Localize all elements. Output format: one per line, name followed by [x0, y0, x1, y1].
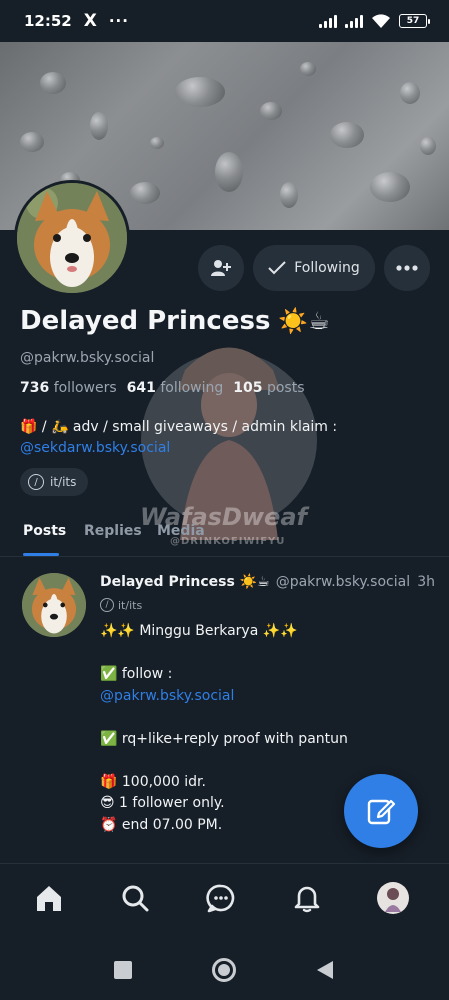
- profile-name: Delayed Princess ☀️☕: [20, 306, 330, 336]
- battery-level: 57: [406, 16, 420, 26]
- corgi-avatar-image: [22, 573, 86, 637]
- nav-chat[interactable]: [204, 881, 238, 915]
- nav-search[interactable]: [118, 881, 152, 915]
- pronoun-text: it/its: [50, 475, 77, 489]
- search-icon: [122, 885, 149, 912]
- post-pronoun-text: it/its: [118, 598, 143, 612]
- profile-name-emoji: ☀️☕: [278, 307, 330, 335]
- post-handle[interactable]: @pakrw.bsky.social: [276, 574, 410, 590]
- profile-stats: 736 followers 641 following 105 posts: [20, 380, 305, 396]
- more-options-button[interactable]: [384, 245, 430, 291]
- post-line: ✅ follow :: [100, 666, 173, 682]
- post-pronoun-badge: / it/its: [100, 598, 142, 612]
- profile-avatar[interactable]: [14, 180, 130, 296]
- check-icon: [268, 261, 286, 275]
- more-notifications-icon: ···: [108, 12, 129, 30]
- chat-icon: [206, 884, 235, 913]
- pronoun-badge: / it/its: [20, 468, 89, 496]
- add-user-icon: [211, 260, 231, 276]
- bio-mention-link[interactable]: @sekdarw.bsky.social: [20, 438, 430, 459]
- post-line: [100, 707, 430, 729]
- bottom-navigation: [0, 863, 449, 933]
- followers-stat[interactable]: 736 followers: [20, 380, 117, 396]
- profile-bio: 🎁 / 🛵 adv / small giveaways / admin klai…: [20, 417, 430, 459]
- following-stat[interactable]: 641 following: [127, 380, 224, 396]
- recents-button[interactable]: [114, 961, 132, 979]
- pronoun-icon: /: [28, 474, 44, 490]
- compose-button[interactable]: [344, 774, 418, 848]
- profile-avatar-icon: [377, 882, 409, 914]
- post-author[interactable]: Delayed Princess ☀️☕: [100, 574, 270, 590]
- profile-handle: @pakrw.bsky.social: [20, 350, 155, 366]
- post-avatar[interactable]: [22, 573, 86, 637]
- tab-media[interactable]: Media: [157, 523, 205, 539]
- pronoun-icon: /: [100, 598, 114, 612]
- nav-home[interactable]: [32, 881, 66, 915]
- post-line: ✅ rq+like+reply proof with pantun: [100, 730, 348, 747]
- posts-stat: 105 posts: [233, 380, 305, 396]
- system-navigation-bar: [0, 935, 449, 1000]
- home-system-button[interactable]: [212, 958, 236, 982]
- signal-icon: [319, 14, 337, 28]
- bell-icon: [294, 886, 320, 913]
- post-mention-link[interactable]: @pakrw.bsky.social: [100, 686, 430, 708]
- tab-replies[interactable]: Replies: [84, 523, 142, 539]
- status-bar: 12:52 X ··· 57: [0, 0, 449, 42]
- profile-tabs: Posts Replies Media: [0, 513, 449, 557]
- home-icon: [37, 886, 61, 911]
- back-icon[interactable]: [316, 960, 334, 980]
- post-line: [100, 643, 430, 665]
- status-time: 12:52: [24, 12, 72, 30]
- post-line: ✨✨ Minggu Berkarya ✨✨: [100, 623, 298, 639]
- active-tab-indicator: [23, 553, 59, 556]
- tab-posts[interactable]: Posts: [23, 523, 66, 539]
- post-timestamp: 3h: [417, 574, 435, 590]
- wifi-icon: [372, 13, 390, 28]
- profile-name-text: Delayed Princess: [20, 306, 271, 336]
- signal-icon-2: [345, 14, 363, 28]
- corgi-avatar-image: [17, 183, 127, 293]
- nav-notifications[interactable]: [290, 881, 324, 915]
- post-line: [100, 750, 430, 772]
- following-button[interactable]: Following: [253, 245, 375, 291]
- post-header: Delayed Princess ☀️☕ @pakrw.bsky.social …: [100, 574, 435, 590]
- bio-text: 🎁 / 🛵 adv / small giveaways / admin klai…: [20, 419, 338, 435]
- compose-icon: [367, 799, 396, 825]
- x-app-icon: X: [83, 11, 97, 31]
- battery-icon: 57: [399, 14, 430, 28]
- more-icon: [396, 265, 418, 271]
- nav-profile[interactable]: [376, 881, 410, 915]
- following-button-label: Following: [294, 260, 360, 276]
- add-user-button[interactable]: [198, 245, 244, 291]
